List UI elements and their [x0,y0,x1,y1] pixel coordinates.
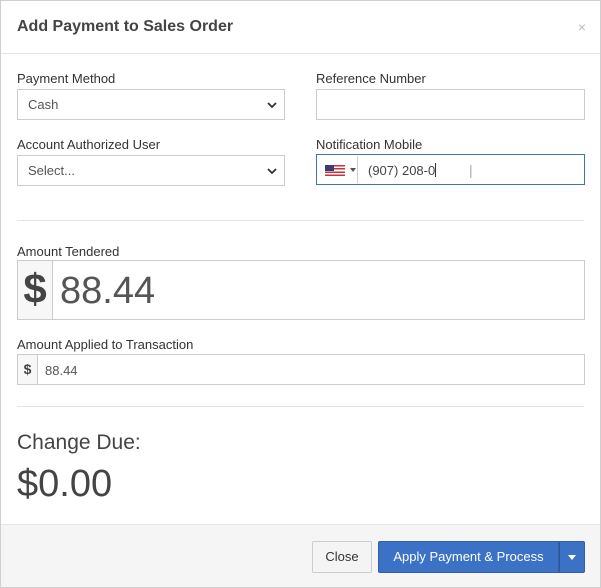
payment-method-label: Payment Method [17,71,116,86]
amount-applied-label: Amount Applied to Transaction [17,337,194,352]
dollar-sign-addon: $ [18,261,53,319]
reference-number-label: Reference Number [316,71,426,86]
amount-tendered-value: 88.44 [60,270,156,312]
country-selector[interactable] [318,156,358,183]
section-divider [17,220,584,221]
close-button[interactable]: Close [312,541,372,573]
reference-number-input[interactable] [316,89,585,120]
dialog-footer: Close Apply Payment & Process [1,524,600,587]
ibeam-cursor-icon: | [469,162,473,178]
dollar-sign-addon: $ [18,355,38,384]
amount-applied-value: 88.44 [45,363,78,378]
caret-down-icon [568,555,576,560]
dialog-title: Add Payment to Sales Order [17,18,234,35]
change-due-value: $0.00 [17,463,113,505]
apply-options-dropdown-button[interactable] [559,541,585,573]
notification-mobile-input[interactable]: (907) 208-0 | [316,154,585,185]
text-cursor [435,163,437,177]
apply-payment-button[interactable]: Apply Payment & Process [378,541,559,573]
caret-down-icon [350,168,356,172]
authorized-user-label: Account Authorized User [17,137,161,152]
phone-number-text: (907) 208-0 [368,163,437,178]
change-due-label: Change Due: [17,431,141,454]
dialog-header: Add Payment to Sales Order × [1,1,600,54]
phone-number-value: (907) 208-0 [368,163,436,178]
chevron-down-icon [267,102,277,109]
us-flag-icon [325,165,345,176]
authorized-user-select[interactable]: Select... [17,155,285,186]
section-divider [17,406,584,407]
amount-tendered-label: Amount Tendered [17,244,120,259]
notification-mobile-label: Notification Mobile [316,137,423,152]
amount-tendered-input[interactable]: $ 88.44 [17,260,585,320]
amount-applied-input[interactable]: $ 88.44 [17,354,585,385]
payment-method-select[interactable]: Cash [17,89,285,120]
add-payment-dialog: Add Payment to Sales Order × Payment Met… [0,0,601,588]
authorized-user-value: Select... [28,163,75,178]
chevron-down-icon [267,168,277,175]
close-icon[interactable]: × [578,20,586,34]
payment-method-value: Cash [28,97,59,112]
